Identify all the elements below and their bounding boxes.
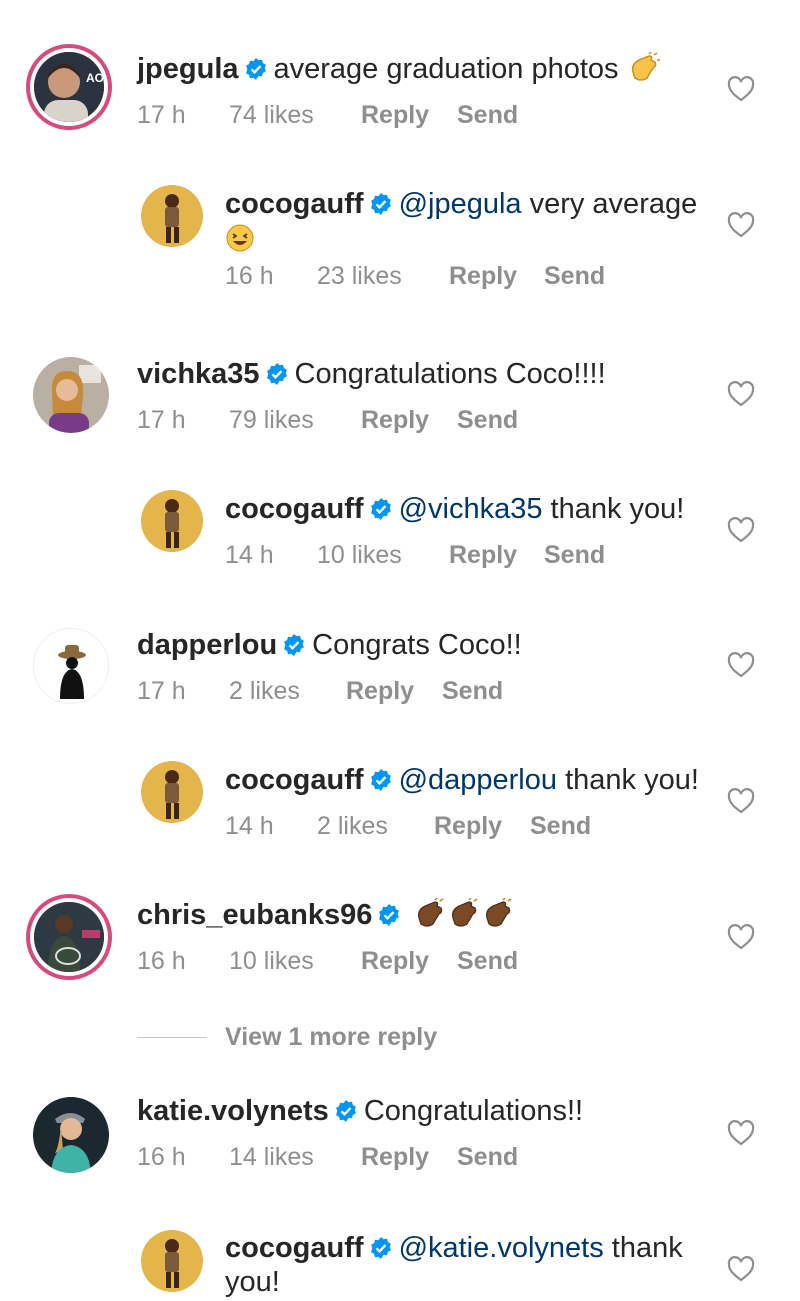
comment-time: 14 h	[225, 541, 274, 569]
heart-outline-icon[interactable]	[727, 517, 755, 543]
comment-text: Congrats Coco!!	[312, 629, 522, 661]
username[interactable]: cocogauff	[225, 188, 364, 220]
username[interactable]: cocogauff	[225, 493, 364, 525]
send-button[interactable]: Send	[544, 540, 605, 570]
likes-count[interactable]: 14 likes	[229, 1142, 314, 1172]
verified-badge-icon	[370, 1237, 391, 1259]
mention-link[interactable]: @dapperlou	[399, 764, 557, 796]
username[interactable]: katie.volynets	[137, 1095, 329, 1127]
heart-outline-icon[interactable]	[727, 212, 755, 238]
heart-outline-icon[interactable]	[727, 1256, 755, 1282]
heart-outline-icon[interactable]	[727, 76, 755, 102]
avatar[interactable]	[33, 1097, 109, 1173]
comment-text: thank you!	[557, 764, 699, 796]
mention-link[interactable]: @jpegula	[399, 188, 522, 220]
reply-button[interactable]: Reply	[361, 1142, 429, 1172]
likes-count[interactable]: 2 likes	[317, 811, 388, 841]
reply-button[interactable]: Reply	[361, 100, 429, 130]
reply-button[interactable]: Reply	[434, 811, 502, 841]
comment-text: thank you!	[542, 493, 685, 525]
send-button[interactable]: Send	[442, 676, 503, 706]
send-button[interactable]: Send	[530, 811, 591, 841]
likes-count[interactable]: 2 likes	[229, 676, 300, 706]
verified-badge-icon	[245, 58, 266, 80]
send-button[interactable]: Send	[457, 405, 518, 435]
send-button[interactable]: Send	[457, 100, 518, 130]
comment-text: Congratulations!!	[363, 1095, 584, 1127]
verified-badge-icon	[379, 904, 400, 926]
verified-badge-icon	[284, 634, 305, 656]
comment-text: thank	[603, 1232, 683, 1264]
verified-badge-icon	[370, 193, 391, 215]
avatar[interactable]	[33, 357, 109, 433]
reply-button[interactable]: Reply	[361, 946, 429, 976]
avatar[interactable]	[26, 894, 112, 980]
clapping-hands-dark-icon	[418, 898, 512, 927]
comment-text-continued: you!	[225, 1266, 280, 1298]
heart-outline-icon[interactable]	[727, 652, 755, 678]
heart-outline-icon[interactable]	[727, 381, 755, 407]
comment-time: 16 h	[137, 947, 186, 975]
verified-badge-icon	[266, 363, 287, 385]
avatar[interactable]	[141, 761, 203, 823]
reply-button[interactable]: Reply	[346, 676, 414, 706]
reply-button[interactable]: Reply	[449, 540, 517, 570]
username[interactable]: jpegula	[137, 53, 239, 85]
username[interactable]: vichka35	[137, 358, 260, 390]
heart-outline-icon[interactable]	[727, 1120, 755, 1146]
username[interactable]: chris_eubanks96	[137, 899, 372, 931]
avatar[interactable]	[141, 185, 203, 247]
svg-text:AO: AO	[86, 71, 104, 85]
view-more-replies[interactable]: View 1 more reply	[137, 1020, 557, 1054]
likes-count[interactable]: 10 likes	[317, 540, 402, 570]
likes-count[interactable]: 74 likes	[229, 100, 314, 130]
heart-outline-icon[interactable]	[727, 788, 755, 814]
avatar[interactable]	[141, 1230, 203, 1292]
avatar[interactable]	[33, 628, 109, 704]
comment-text: very average	[521, 188, 698, 220]
send-button[interactable]: Send	[457, 1142, 518, 1172]
comment-time: 16 h	[225, 262, 274, 290]
view-more-replies-label[interactable]: View 1 more reply	[225, 1020, 437, 1054]
username[interactable]: cocogauff	[225, 1232, 364, 1264]
divider	[137, 1037, 207, 1038]
reply-button[interactable]: Reply	[449, 261, 517, 291]
comment-time: 17 h	[137, 677, 186, 705]
verified-badge-icon	[370, 498, 391, 520]
username[interactable]: dapperlou	[137, 629, 277, 661]
username[interactable]: cocogauff	[225, 764, 364, 796]
comment-time: 17 h	[137, 101, 186, 129]
mention-link[interactable]: @vichka35	[399, 493, 543, 525]
mention-link[interactable]: @katie.volynets	[399, 1232, 604, 1264]
likes-count[interactable]: 10 likes	[229, 946, 314, 976]
comment-time: 14 h	[225, 812, 274, 840]
send-button[interactable]: Send	[544, 261, 605, 291]
avatar[interactable]	[141, 490, 203, 552]
clapping-hands-icon	[631, 52, 660, 81]
likes-count[interactable]: 23 likes	[317, 261, 402, 291]
avatar[interactable]: AO	[26, 44, 112, 130]
comment-time: 17 h	[137, 406, 186, 434]
likes-count[interactable]: 79 likes	[229, 405, 314, 435]
verified-badge-icon	[370, 769, 391, 791]
comment-text: average graduation photos	[273, 53, 619, 85]
comment-time: 16 h	[137, 1143, 186, 1171]
verified-badge-icon	[335, 1100, 356, 1122]
send-button[interactable]: Send	[457, 946, 518, 976]
heart-outline-icon[interactable]	[727, 924, 755, 950]
reply-button[interactable]: Reply	[361, 405, 429, 435]
grinning-squinting-face-icon	[226, 224, 254, 252]
comment-text: Congratulations Coco!!!!	[294, 358, 606, 390]
